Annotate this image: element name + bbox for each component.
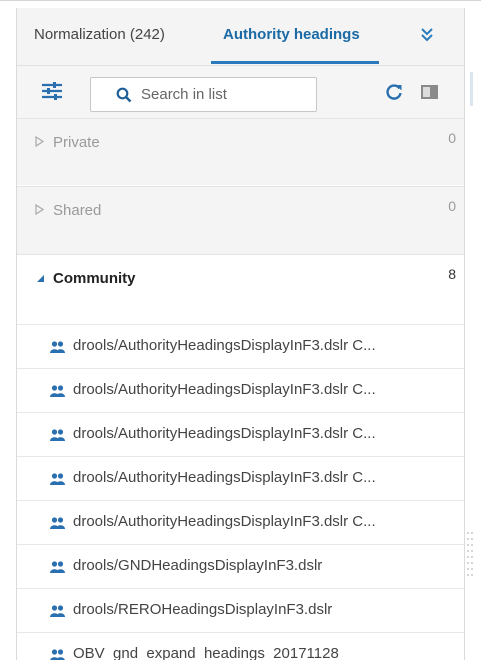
section-community: Community 8: [17, 254, 464, 325]
list-item-label: drools/AuthorityHeadingsDisplayInF3.dslr…: [73, 469, 376, 486]
section-shared-header[interactable]: Shared: [35, 202, 101, 219]
caret-down-icon: [35, 273, 47, 286]
search-input[interactable]: [141, 83, 311, 105]
list-item-label: drools/AuthorityHeadingsDisplayInF3.dslr…: [73, 337, 376, 354]
resize-grip-icon[interactable]: [466, 530, 474, 578]
users-icon: [50, 428, 65, 441]
search-icon: [116, 87, 132, 103]
search-box: [90, 77, 317, 112]
users-icon: [50, 604, 65, 617]
right-pane-edge: [470, 72, 473, 106]
section-community-header[interactable]: Community: [35, 270, 136, 287]
users-icon: [50, 648, 65, 660]
rules-panel: Normalization (242) Authority headings S…: [16, 8, 465, 660]
users-icon: [50, 560, 65, 573]
users-icon: [50, 340, 65, 353]
sliders-icon[interactable]: [39, 78, 65, 104]
list-toolbar: [17, 66, 464, 119]
section-private-header[interactable]: Private: [35, 134, 100, 151]
tab-authority-headings[interactable]: Authority headings: [223, 24, 360, 46]
section-community-label: Community: [53, 270, 136, 287]
top-border: [0, 0, 481, 1]
caret-right-icon: [35, 203, 47, 218]
list-item-label: drools/AuthorityHeadingsDisplayInF3.dslr…: [73, 425, 376, 442]
tab-normalization[interactable]: Normalization (242): [34, 24, 165, 46]
list-item-label: drools/AuthorityHeadingsDisplayInF3.dslr…: [73, 513, 376, 530]
active-tab-indicator: [211, 61, 379, 64]
list-item[interactable]: drools/GNDHeadingsDisplayInF3.dslr: [17, 544, 464, 588]
panel-toggle-icon[interactable]: [421, 85, 438, 99]
users-icon: [50, 472, 65, 485]
section-private: Private 0: [17, 119, 464, 185]
section-shared-label: Shared: [53, 202, 102, 219]
section-shared: Shared 0: [17, 186, 464, 255]
list-item[interactable]: drools/AuthorityHeadingsDisplayInF3.dslr…: [17, 324, 464, 368]
users-icon: [50, 516, 65, 529]
list-item[interactable]: drools/AuthorityHeadingsDisplayInF3.dslr…: [17, 456, 464, 500]
caret-right-icon: [35, 135, 47, 150]
list-item[interactable]: drools/AuthorityHeadingsDisplayInF3.dslr…: [17, 500, 464, 544]
section-private-count: 0: [448, 130, 456, 146]
refresh-icon[interactable]: [384, 82, 404, 102]
list-item[interactable]: drools/REROHeadingsDisplayInF3.dslr: [17, 588, 464, 632]
section-private-label: Private: [53, 134, 100, 151]
section-shared-count: 0: [448, 198, 456, 214]
users-icon: [50, 384, 65, 397]
list-item-label: drools/GNDHeadingsDisplayInF3.dslr: [73, 557, 323, 574]
tab-bar: Normalization (242) Authority headings: [17, 8, 464, 66]
list-item[interactable]: drools/AuthorityHeadingsDisplayInF3.dslr…: [17, 368, 464, 412]
list-item-label: drools/AuthorityHeadingsDisplayInF3.dslr…: [73, 381, 376, 398]
list-item-label: OBV_gnd_expand_headings_20171128: [73, 645, 339, 660]
section-community-count: 8: [448, 266, 456, 282]
chevron-double-down-icon[interactable]: [412, 20, 442, 50]
list-item-label: drools/REROHeadingsDisplayInF3.dslr: [73, 601, 333, 618]
list-item[interactable]: OBV_gnd_expand_headings_20171128: [17, 632, 464, 660]
list-item[interactable]: drools/AuthorityHeadingsDisplayInF3.dslr…: [17, 412, 464, 456]
